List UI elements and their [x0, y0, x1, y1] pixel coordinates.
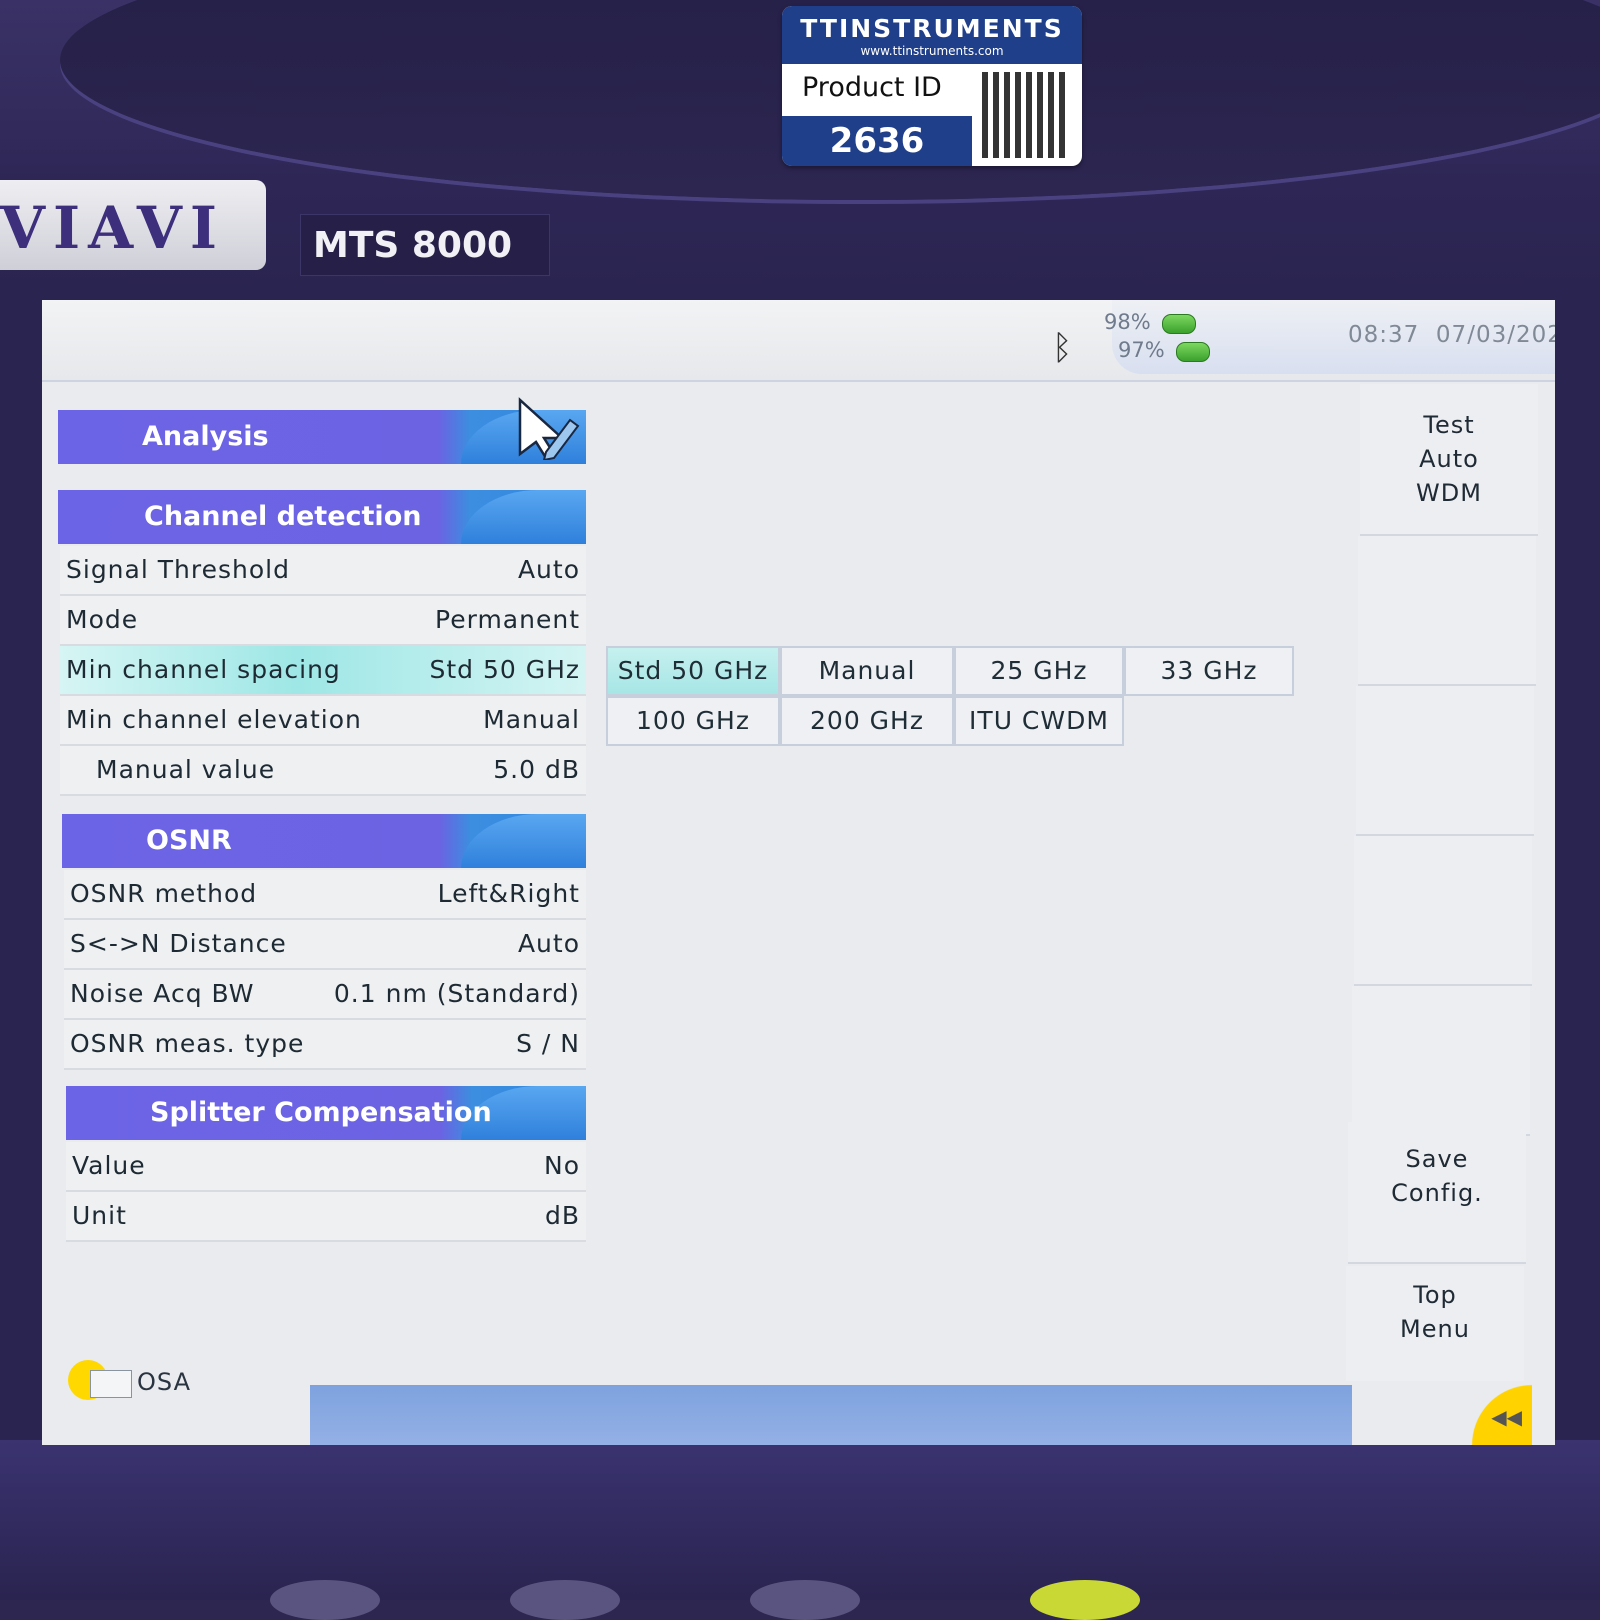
header-curve [461, 814, 586, 868]
osa-waveform-icon[interactable] [90, 1370, 132, 1398]
model-plate: MTS 8000 [300, 214, 550, 276]
model-name: MTS 8000 [313, 225, 513, 266]
battery-icon [1162, 314, 1196, 334]
setting-value: Manual [483, 705, 580, 734]
softkey-label: Save [1405, 1145, 1469, 1173]
setting-label: Manual value [96, 755, 276, 784]
setting-value: Std 50 GHz [429, 655, 580, 684]
setting-row-signal-threshold[interactable]: Signal Threshold Auto [60, 546, 586, 596]
setting-label: OSNR method [70, 879, 258, 908]
osnr-header: OSNR [62, 814, 586, 868]
setting-label: Unit [72, 1201, 127, 1230]
status-bar: ᛒ 98% 97% 08:37 07/03/2024 [42, 300, 1555, 382]
setting-value: No [544, 1151, 580, 1180]
hardware-button[interactable] [270, 1580, 380, 1620]
channel-detection-title: Channel detection [144, 501, 422, 532]
osnr-title: OSNR [146, 825, 232, 856]
spacing-option-100ghz[interactable]: 100 GHz [606, 696, 780, 746]
softkey-label: Menu [1400, 1315, 1470, 1343]
softkey-label: Config. [1391, 1179, 1483, 1207]
date: 07/03/2024 [1435, 322, 1555, 348]
spacing-option-33ghz[interactable]: 33 GHz [1124, 646, 1294, 696]
setting-value: Auto [517, 555, 580, 584]
setting-row-osnr-meas-type[interactable]: OSNR meas. type S / N [64, 1020, 586, 1070]
hardware-button[interactable] [750, 1580, 860, 1620]
hardware-button[interactable] [510, 1580, 620, 1620]
setting-label: S<->N Distance [70, 929, 287, 958]
softkey-label: Top [1413, 1281, 1457, 1309]
logo-plate: VIAVI [0, 180, 266, 270]
sticker-brand-name: TTINSTRUMENTS [800, 14, 1064, 43]
clock: 08:37 07/03/2024 [1348, 322, 1555, 348]
setting-row-splitter-unit[interactable]: Unit dB [66, 1192, 586, 1242]
softkey-empty[interactable] [1352, 986, 1530, 1136]
setting-value: 0.1 nm (Standard) [333, 979, 580, 1008]
splitter-compensation-header: Splitter Compensation [66, 1086, 586, 1140]
setting-row-min-channel-spacing[interactable]: Min channel spacing Std 50 GHz [60, 646, 586, 696]
product-id-label: Product ID [802, 72, 942, 103]
back-button[interactable]: ◀◀ [1462, 1375, 1532, 1445]
softkey-empty[interactable] [1354, 836, 1532, 986]
setting-row-splitter-value[interactable]: Value No [66, 1142, 586, 1192]
device-bezel-left [0, 290, 42, 1450]
spacing-option-manual[interactable]: Manual [780, 646, 954, 696]
analysis-title: Analysis [142, 421, 269, 452]
splitter-compensation-title: Splitter Compensation [150, 1097, 492, 1128]
softkey-save-config[interactable]: Save Config. [1348, 1122, 1526, 1264]
bluetooth-icon: ᛒ [1052, 328, 1073, 368]
device-bezel-right [1555, 290, 1600, 1450]
sticker-url: www.ttinstruments.com [860, 44, 1004, 58]
spacing-option-itu-cwdm[interactable]: ITU CWDM [954, 696, 1124, 746]
softkey-label: Test [1423, 411, 1475, 439]
battery-icon [1176, 342, 1210, 362]
device-bezel-bottom [0, 1440, 1600, 1600]
edit-icon[interactable] [512, 396, 582, 460]
analysis-header: Analysis [58, 410, 586, 464]
setting-value: 5.0 dB [493, 755, 580, 784]
bottom-bar [310, 1385, 1352, 1445]
setting-row-noise-acq-bw[interactable]: Noise Acq BW 0.1 nm (Standard) [64, 970, 586, 1020]
battery-2-percent: 97% [1118, 338, 1165, 362]
header-curve [461, 490, 586, 544]
product-id-value: 2636 [782, 116, 972, 166]
softkey-empty[interactable] [1356, 686, 1534, 836]
softkey-label: WDM [1416, 479, 1482, 507]
spacing-option-200ghz[interactable]: 200 GHz [780, 696, 954, 746]
softkey-empty[interactable] [1358, 536, 1536, 686]
setting-label: Min channel spacing [66, 655, 341, 684]
double-chevron-left-icon: ◀◀ [1491, 1405, 1522, 1429]
setting-label: Noise Acq BW [70, 979, 255, 1008]
device-screen: ᛒ 98% 97% 08:37 07/03/2024 Analysis Chan… [42, 300, 1555, 1445]
spacing-option-25ghz[interactable]: 25 GHz [954, 646, 1124, 696]
setting-row-mode[interactable]: Mode Permanent [60, 596, 586, 646]
brand-logo: VIAVI [0, 194, 226, 262]
setting-value: S / N [516, 1029, 580, 1058]
setting-row-min-channel-elevation[interactable]: Min channel elevation Manual [60, 696, 586, 746]
softkey-label: Auto [1419, 445, 1479, 473]
spacing-option-std-50ghz[interactable]: Std 50 GHz [606, 646, 780, 696]
setting-label: Min channel elevation [66, 705, 362, 734]
setting-value: Auto [517, 929, 580, 958]
softkey-top-menu[interactable]: Top Menu [1346, 1266, 1524, 1381]
channel-detection-header: Channel detection [58, 490, 586, 544]
osa-mode-label[interactable]: OSA [137, 1368, 191, 1396]
setting-value: Permanent [435, 605, 580, 634]
setting-row-manual-value[interactable]: Manual value 5.0 dB [60, 746, 586, 796]
setting-label: Value [72, 1151, 146, 1180]
setting-label: Mode [66, 605, 139, 634]
battery-1-percent: 98% [1104, 310, 1151, 334]
softkey-test-auto-wdm[interactable]: Test Auto WDM [1360, 384, 1538, 536]
setting-row-sn-distance[interactable]: S<->N Distance Auto [64, 920, 586, 970]
hardware-start-button[interactable] [1030, 1580, 1140, 1620]
qr-code-icon [982, 72, 1068, 158]
setting-label: Signal Threshold [66, 555, 290, 584]
sticker-brand: TTINSTRUMENTS www.ttinstruments.com [782, 6, 1082, 64]
time: 08:37 [1348, 322, 1420, 348]
setting-row-osnr-method[interactable]: OSNR method Left&Right [64, 870, 586, 920]
setting-label: OSNR meas. type [70, 1029, 305, 1058]
setting-value: Left&Right [437, 879, 580, 908]
asset-sticker: TTINSTRUMENTS www.ttinstruments.com Prod… [782, 6, 1082, 166]
setting-value: dB [544, 1201, 580, 1230]
